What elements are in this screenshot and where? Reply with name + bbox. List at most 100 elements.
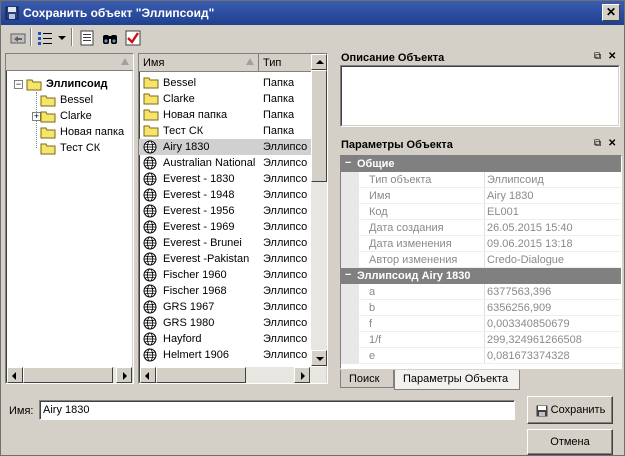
- list-item-name: Australian National: [163, 157, 256, 169]
- property-row[interactable]: b 6356256,909: [341, 300, 621, 316]
- property-row[interactable]: Дата изменения 09.06.2015 13:18: [341, 236, 621, 252]
- name-input[interactable]: [39, 400, 515, 420]
- folder-icon: [143, 77, 159, 89]
- scroll-up-button[interactable]: [311, 54, 327, 70]
- scroll-thumb[interactable]: [156, 367, 246, 383]
- list-item[interactable]: GRS 1967 Эллипсо: [139, 299, 311, 315]
- save-disk-icon: [536, 405, 548, 417]
- property-row[interactable]: f 0,003340850679: [341, 316, 621, 332]
- list-item[interactable]: GRS 1980 Эллипсо: [139, 315, 311, 331]
- list-item[interactable]: Everest - 1948 Эллипсо: [139, 187, 311, 203]
- ellipsoid-globe-icon: [143, 156, 157, 170]
- tab-params[interactable]: Параметры Объекта: [394, 370, 520, 390]
- list-item-name: Fischer 1960: [163, 269, 227, 281]
- tab-search[interactable]: Поиск: [340, 370, 394, 388]
- column-header-name[interactable]: Имя: [139, 54, 259, 71]
- property-row[interactable]: a 6377563,396: [341, 284, 621, 300]
- tree-node-label: Clarke: [60, 110, 92, 122]
- property-key: Имя: [369, 190, 391, 202]
- sort-arrow-icon: [121, 58, 129, 65]
- scroll-left-button[interactable]: [7, 367, 23, 383]
- folder-icon: [143, 109, 159, 121]
- list-item[interactable]: Fischer 1968 Эллипсо: [139, 283, 311, 299]
- scroll-right-button[interactable]: [116, 367, 132, 383]
- list-item-type: Папка: [263, 93, 295, 105]
- description-text-area[interactable]: [340, 65, 620, 127]
- list-item-type: Эллипсо: [263, 205, 308, 217]
- float-window-icon[interactable]: ⧉: [594, 138, 601, 149]
- save-button[interactable]: Сохранить: [527, 396, 613, 424]
- list-item[interactable]: Everest - Brunei Эллипсо: [139, 235, 311, 251]
- property-key: a: [369, 286, 376, 298]
- list-item[interactable]: Bessel Папка: [139, 75, 311, 91]
- ellipsoid-globe-icon: [143, 300, 157, 314]
- check-button[interactable]: [122, 27, 142, 47]
- scroll-right-button[interactable]: [294, 367, 310, 383]
- list-item-type: Папка: [263, 125, 295, 137]
- up-level-button[interactable]: [7, 27, 27, 47]
- panel-close-icon[interactable]: ✕: [608, 51, 616, 62]
- tree-collapse-toggle[interactable]: −: [14, 80, 23, 89]
- sort-arrow-icon: [246, 58, 254, 65]
- scroll-down-button[interactable]: [311, 350, 327, 366]
- list-item[interactable]: Clarke Папка: [139, 91, 311, 107]
- scroll-thumb[interactable]: [311, 70, 327, 182]
- scroll-thumb[interactable]: [23, 367, 113, 383]
- property-row[interactable]: 1/f 299,324961266508: [341, 332, 621, 348]
- list-item-type: Эллипсо: [263, 317, 308, 329]
- arrow-left-icon: [12, 372, 16, 380]
- list-item[interactable]: Тест СК Папка: [139, 123, 311, 139]
- property-key: 1/f: [369, 334, 382, 346]
- arrow-right-icon: [123, 372, 127, 380]
- property-value: EL001: [487, 206, 519, 218]
- list-item[interactable]: Australian National Эллипсо: [139, 155, 311, 171]
- list-item-type: Эллипсо: [263, 237, 308, 249]
- property-row[interactable]: Автор изменения Credo-Dialogue: [341, 252, 621, 268]
- ellipsoid-globe-icon: [143, 188, 157, 202]
- list-item[interactable]: Everest - 1830 Эллипсо: [139, 171, 311, 187]
- properties-button[interactable]: [76, 27, 96, 47]
- column-header-type[interactable]: Тип: [259, 54, 311, 71]
- cancel-button[interactable]: Отмена: [527, 429, 613, 455]
- list-vscrollbar[interactable]: [311, 54, 327, 366]
- tree-hscrollbar[interactable]: [7, 367, 132, 383]
- list-item[interactable]: Fischer 1960 Эллипсо: [139, 267, 311, 283]
- property-group-header[interactable]: − Эллипсоид Airy 1830: [341, 268, 621, 284]
- list-item[interactable]: Everest - 1956 Эллипсо: [139, 203, 311, 219]
- name-label: Имя:: [9, 405, 34, 417]
- property-value: Credo-Dialogue: [487, 254, 565, 266]
- list-item[interactable]: Everest - 1969 Эллипсо: [139, 219, 311, 235]
- property-value: 26.05.2015 15:40: [487, 222, 573, 234]
- property-row[interactable]: Тип объекта Эллипсоид: [341, 172, 621, 188]
- list-item-name: Helmert 1906: [163, 349, 230, 361]
- property-key: Автор изменения: [369, 254, 458, 266]
- list-item-type: Эллипсо: [263, 333, 308, 345]
- property-row[interactable]: Имя Airy 1830: [341, 188, 621, 204]
- list-item[interactable]: Hayford Эллипсо: [139, 331, 311, 347]
- tree-node[interactable]: Новая папка: [40, 124, 130, 140]
- collapse-icon[interactable]: −: [345, 157, 351, 169]
- list-item[interactable]: Helmert 1906 Эллипсо: [139, 347, 311, 363]
- list-item-name: Everest -Pakistan: [163, 253, 250, 265]
- property-row[interactable]: e 0,081673374328: [341, 348, 621, 364]
- panel-close-icon[interactable]: ✕: [608, 138, 616, 149]
- folder-tree-pane: − Эллипсоид Bessel + Clarke Новая папка …: [5, 53, 134, 384]
- float-window-icon[interactable]: ⧉: [594, 51, 601, 62]
- ellipsoid-globe-icon: [143, 316, 157, 330]
- view-mode-button[interactable]: [34, 27, 68, 47]
- find-button[interactable]: [99, 27, 119, 47]
- scroll-left-button[interactable]: [140, 367, 156, 383]
- list-item-name: Clarke: [163, 93, 195, 105]
- list-item-type: Эллипсо: [263, 221, 308, 233]
- collapse-icon[interactable]: −: [345, 269, 351, 281]
- arrow-left-icon: [145, 372, 149, 380]
- close-button[interactable]: ✕: [602, 4, 620, 21]
- property-row[interactable]: Дата создания 26.05.2015 15:40: [341, 220, 621, 236]
- list-item[interactable]: Новая папка Папка: [139, 107, 311, 123]
- list-item[interactable]: Airy 1830 Эллипсо: [139, 139, 311, 155]
- property-key: e: [369, 350, 376, 362]
- property-row[interactable]: Код EL001: [341, 204, 621, 220]
- list-item[interactable]: Everest -Pakistan Эллипсо: [139, 251, 311, 267]
- list-hscrollbar[interactable]: [140, 367, 326, 383]
- property-group-header[interactable]: − Общие: [341, 156, 621, 172]
